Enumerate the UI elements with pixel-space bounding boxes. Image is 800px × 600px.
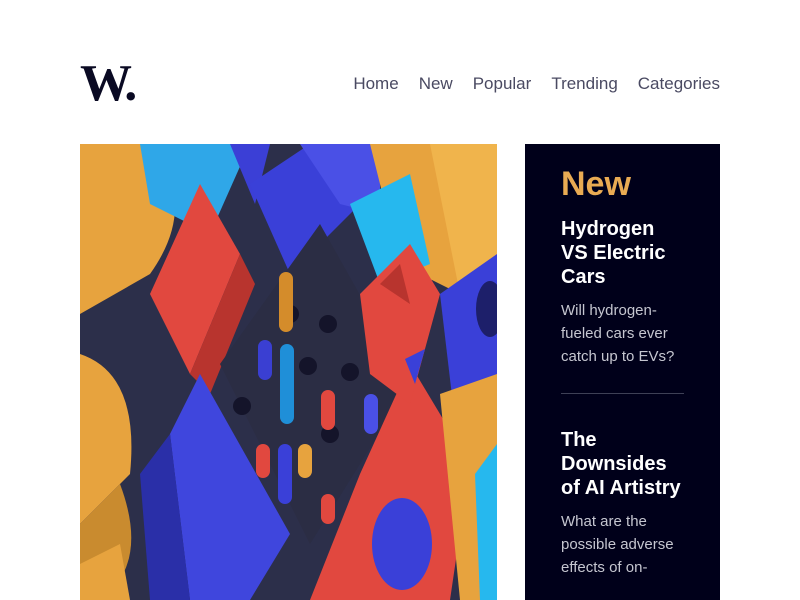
nav-new[interactable]: New bbox=[419, 74, 453, 94]
nav-trending[interactable]: Trending bbox=[551, 74, 617, 94]
article-title[interactable]: Hydrogen VS Electric Cars bbox=[561, 217, 684, 289]
nav-categories[interactable]: Categories bbox=[638, 74, 720, 94]
panel-title: New bbox=[561, 165, 631, 203]
article-divider bbox=[561, 393, 684, 395]
article-summary: What are the possible adverse effects of… bbox=[561, 513, 674, 577]
site-logo[interactable]: W. bbox=[80, 58, 137, 110]
article-card[interactable]: The Downsides of AI Artistry What are th… bbox=[561, 428, 684, 579]
hero-image[interactable] bbox=[80, 144, 497, 600]
nav-home[interactable]: Home bbox=[353, 74, 398, 94]
article-summary: Will hydrogen-fueled cars ever catch up … bbox=[561, 302, 675, 366]
article-card[interactable]: Hydrogen VS Electric Cars Will hydrogen-… bbox=[561, 217, 684, 368]
nav-popular[interactable]: Popular bbox=[473, 74, 532, 94]
hero-artwork bbox=[80, 144, 497, 600]
new-articles-panel: New Hydrogen VS Electric Cars Will hydro… bbox=[525, 144, 720, 600]
article-title[interactable]: The Downsides of AI Artistry bbox=[561, 428, 684, 500]
main-nav: Home New Popular Trending Categories bbox=[353, 74, 720, 94]
